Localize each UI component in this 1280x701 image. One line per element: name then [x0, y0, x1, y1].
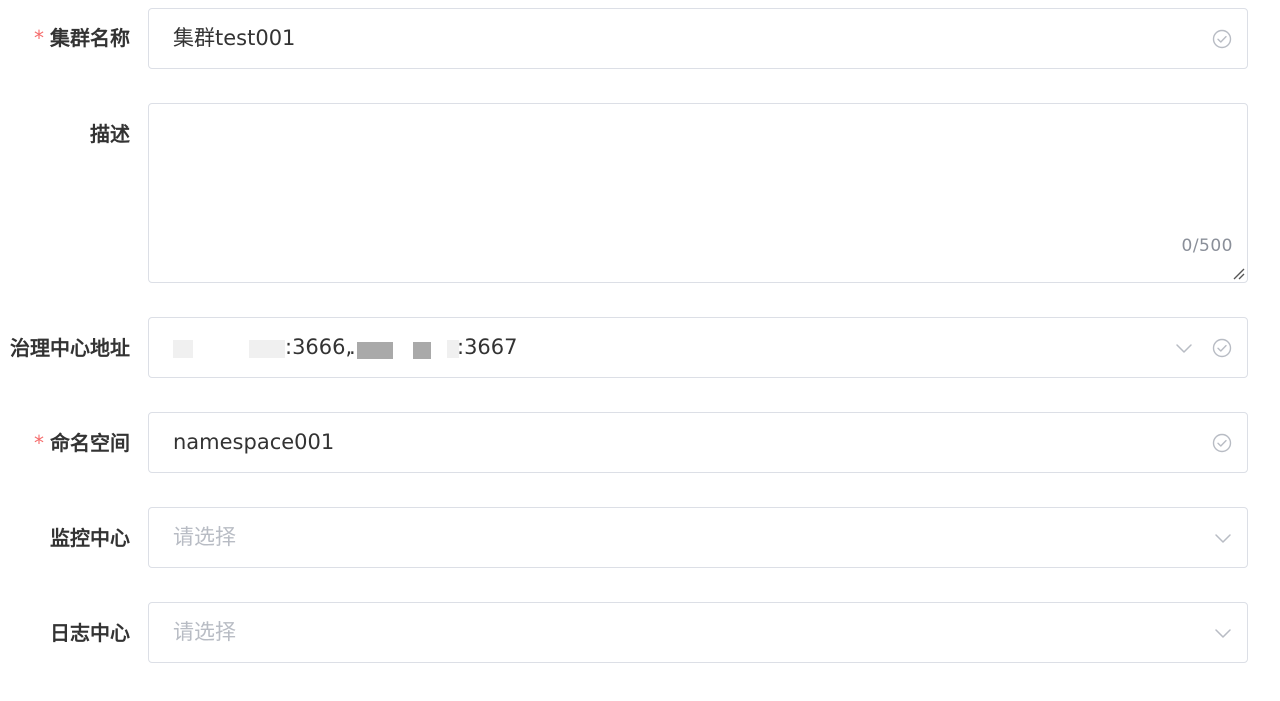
redacted-block — [249, 340, 285, 358]
redacted-block — [357, 342, 393, 359]
chevron-down-icon[interactable] — [1213, 528, 1233, 548]
required-mark: * — [34, 431, 44, 455]
namespace-value: namespace001 — [173, 430, 335, 454]
governance-address-value-part3: :3667 — [457, 335, 518, 359]
governance-address-value-part1: :3666, — [285, 335, 353, 359]
cluster-name-input[interactable]: 集群test001 — [148, 8, 1248, 69]
description-textarea[interactable]: 0/500 — [148, 103, 1248, 283]
monitor-center-placeholder: 请选择 — [173, 525, 236, 549]
monitor-center-select[interactable]: 请选择 — [148, 507, 1248, 568]
log-center-placeholder: 请选择 — [173, 620, 236, 644]
namespace-input[interactable]: namespace001 — [148, 412, 1248, 473]
governance-address-label: 治理中心地址 — [10, 336, 130, 360]
check-circle-icon — [1212, 29, 1232, 48]
governance-address-select[interactable]: :3666, . :3667 — [148, 317, 1248, 378]
log-center-label: 日志中心 — [50, 621, 130, 645]
cluster-name-value: 集群test001 — [173, 26, 296, 50]
namespace-label: * 命名空间 — [34, 431, 130, 455]
cluster-name-label: * 集群名称 — [34, 26, 130, 50]
redacted-block — [173, 340, 193, 358]
char-counter: 0/500 — [1181, 236, 1233, 256]
description-label: 描述 — [90, 122, 130, 146]
chevron-down-icon[interactable] — [1213, 623, 1233, 643]
monitor-center-label: 监控中心 — [50, 526, 130, 550]
chevron-down-icon[interactable] — [1174, 338, 1194, 358]
redacted-block — [413, 342, 431, 359]
check-circle-icon — [1212, 433, 1232, 452]
required-mark: * — [34, 26, 44, 50]
governance-address-value-part2: . — [349, 335, 356, 359]
check-circle-icon — [1212, 338, 1232, 357]
log-center-select[interactable]: 请选择 — [148, 602, 1248, 663]
resize-handle-icon[interactable] — [1231, 266, 1245, 280]
